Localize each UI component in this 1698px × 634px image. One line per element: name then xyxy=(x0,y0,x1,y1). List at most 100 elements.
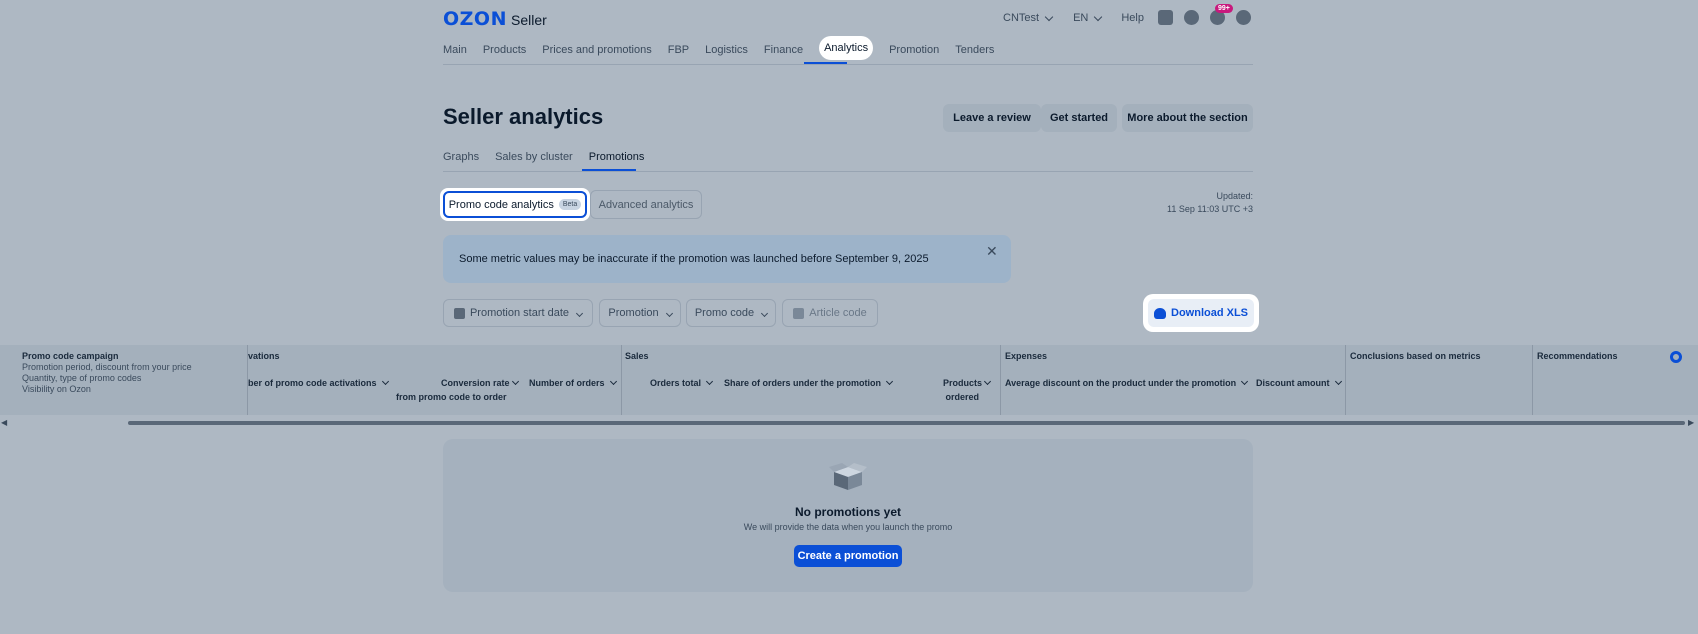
language-label: EN xyxy=(1073,12,1089,24)
chevron-down-icon xyxy=(885,377,894,386)
promo-code-analytics-label: Promo code analytics xyxy=(448,198,554,211)
promotion-filter-label: Promotion xyxy=(608,307,659,319)
chat-icon[interactable] xyxy=(1158,10,1173,25)
empty-state-title: No promotions yet xyxy=(794,505,901,519)
chevron-down-icon xyxy=(609,377,617,386)
updated-timestamp: Updated: 11 Sep 11:03 UTC +3 xyxy=(1100,190,1253,216)
download-xls-button[interactable]: Download XLS xyxy=(1148,299,1254,327)
activations-count-column[interactable]: ber of promo code activations xyxy=(248,377,389,389)
help-link[interactable]: Help xyxy=(1121,12,1144,24)
nav-item-products[interactable]: Products xyxy=(483,42,526,60)
chevron-down-icon xyxy=(705,377,714,386)
average-discount-column[interactable]: Average discount on the product under th… xyxy=(1005,377,1249,389)
nav-item-tenders[interactable]: Tenders xyxy=(955,42,994,60)
conversion-rate-label: Conversion rate xyxy=(440,378,510,388)
chevron-down-icon xyxy=(665,309,673,318)
updated-value: 11 Sep 11:03 UTC +3 xyxy=(1167,204,1253,214)
nav-item-logistics[interactable]: Logistics xyxy=(705,42,748,60)
group-activations: vations xyxy=(248,351,280,361)
chevron-down-icon xyxy=(1241,377,1249,386)
products-ordered-sublabel: ordered xyxy=(945,392,980,402)
language-dropdown[interactable]: EN xyxy=(1073,12,1103,24)
promo-code-analytics-segment[interactable]: Promo code analytics Beta xyxy=(440,188,590,221)
account-dropdown[interactable]: CNTest xyxy=(1003,12,1054,24)
campaign-sub-3: Visibility on Ozon xyxy=(22,384,91,394)
column-divider xyxy=(1345,345,1346,415)
logo-product: Seller xyxy=(510,12,547,28)
chevron-down-icon xyxy=(983,377,992,386)
horizontal-scrollbar[interactable] xyxy=(128,421,1685,425)
alert-text: Some metric values may be inaccurate if … xyxy=(459,253,929,265)
group-expenses: Expenses xyxy=(1005,351,1048,361)
orders-total-column[interactable]: Orders total xyxy=(650,377,714,389)
support-headset-icon[interactable] xyxy=(1184,10,1199,25)
tab-promotions[interactable]: Promotions xyxy=(589,151,645,163)
promo-code-filter-label: Promo code xyxy=(694,307,755,319)
campaign-header: Promo code campaign xyxy=(22,351,119,361)
column-divider xyxy=(621,345,622,415)
beta-badge: Beta xyxy=(558,199,582,210)
share-of-orders-column[interactable]: Share of orders under the promotion xyxy=(724,377,894,389)
nav-item-prices-promotions[interactable]: Prices and promotions xyxy=(542,42,651,60)
article-code-filter-label: Article code xyxy=(809,307,867,319)
orders-total-label: Orders total xyxy=(650,378,702,388)
chevron-down-icon xyxy=(381,377,389,386)
nav-item-finance[interactable]: Finance xyxy=(764,42,803,60)
ozon-logo[interactable]: OZON Seller xyxy=(443,8,547,30)
advanced-analytics-segment[interactable]: Advanced analytics xyxy=(590,190,702,219)
nav-item-main[interactable]: Main xyxy=(443,42,467,60)
products-ordered-label: Products xyxy=(943,378,983,388)
promo-code-filter[interactable]: Promo code xyxy=(686,299,776,327)
user-avatar-icon[interactable] xyxy=(1236,10,1251,25)
campaign-sub-1: Promotion period, discount from your pri… xyxy=(22,362,192,372)
promo-code-analytics-inner: Promo code analytics Beta xyxy=(443,191,587,218)
chevron-down-icon xyxy=(761,309,769,318)
get-started-button[interactable]: Get started xyxy=(1041,104,1117,132)
chevron-down-icon xyxy=(511,377,519,386)
gear-icon[interactable] xyxy=(1670,351,1682,363)
page-title: Seller analytics xyxy=(443,104,604,129)
products-ordered-column[interactable]: Products ordered xyxy=(943,377,992,403)
scroll-right-arrow-icon[interactable]: ▶ xyxy=(1688,418,1694,427)
leave-review-button[interactable]: Leave a review xyxy=(943,104,1041,132)
nav-divider xyxy=(443,64,1253,65)
more-about-section-button[interactable]: More about the section xyxy=(1122,104,1253,132)
nav-item-fbp[interactable]: FBP xyxy=(668,42,689,60)
tab-sales-by-cluster[interactable]: Sales by cluster xyxy=(495,151,573,163)
chevron-down-icon xyxy=(1094,12,1103,21)
download-xls-highlight: Download XLS xyxy=(1143,294,1259,332)
discount-amount-column[interactable]: Discount amount xyxy=(1256,377,1342,389)
header-icons xyxy=(1158,10,1251,25)
tabs-divider xyxy=(443,171,1253,172)
create-promotion-button[interactable]: Create a promotion xyxy=(794,545,902,567)
conversion-rate-sublabel: from promo code to order xyxy=(396,392,507,402)
nav-item-promotion[interactable]: Promotion xyxy=(889,42,939,60)
conversion-rate-column[interactable]: Conversion rate from promo code to order xyxy=(396,377,519,403)
column-divider xyxy=(1532,345,1533,415)
promotion-filter[interactable]: Promotion xyxy=(599,299,681,327)
discount-amount-label: Discount amount xyxy=(1256,378,1330,388)
scroll-left-arrow-icon[interactable]: ◀ xyxy=(1,418,7,427)
campaign-sub-2: Quantity, type of promo codes xyxy=(22,373,142,383)
tab-active-indicator xyxy=(582,169,636,171)
nav-item-analytics[interactable]: Analytics xyxy=(819,36,874,60)
download-xls-label: Download XLS xyxy=(1171,307,1248,319)
article-code-filter[interactable]: Article code xyxy=(782,299,878,327)
calendar-icon xyxy=(453,307,465,319)
chevron-down-icon xyxy=(1044,12,1054,21)
tab-graphs[interactable]: Graphs xyxy=(443,151,479,163)
chevron-down-icon xyxy=(1334,377,1342,386)
notifications-badge: 99+ xyxy=(1215,4,1233,13)
main-nav: Main Products Prices and promotions FBP … xyxy=(443,36,1010,60)
logo-brand: OZON xyxy=(443,8,507,30)
close-icon[interactable]: ✕ xyxy=(986,243,998,260)
promotion-start-date-filter[interactable]: Promotion start date xyxy=(443,299,593,327)
number-of-orders-column[interactable]: Number of orders xyxy=(529,377,617,389)
column-divider xyxy=(1000,345,1001,415)
open-box-icon xyxy=(829,463,867,490)
header-controls: CNTest EN Help xyxy=(1003,10,1144,26)
nav-active-indicator xyxy=(804,62,847,64)
share-of-orders-label: Share of orders under the promotion xyxy=(724,378,882,388)
number-of-orders-label: Number of orders xyxy=(529,378,605,388)
group-conclusions: Conclusions based on metrics xyxy=(1350,351,1481,361)
